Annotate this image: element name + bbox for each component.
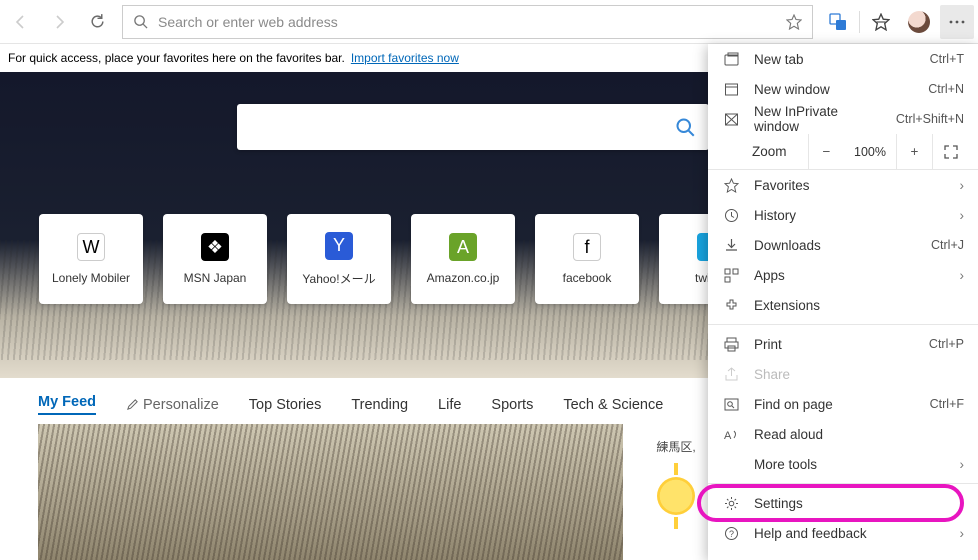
svg-text:A: A xyxy=(724,430,732,442)
download-icon xyxy=(722,238,740,253)
menu-zoom: Zoom − 100% + xyxy=(708,134,978,170)
menu-favorites[interactable]: Favorites › xyxy=(708,170,978,200)
feed-tab-myfeed[interactable]: My Feed xyxy=(38,394,96,415)
menu-inprivate[interactable]: New InPrivate window Ctrl+Shift+N xyxy=(708,104,978,134)
import-favorites-link[interactable]: Import favorites now xyxy=(351,51,459,65)
tile-icon: f xyxy=(573,233,601,261)
weather-card[interactable]: 練馬区, xyxy=(643,424,709,560)
read-aloud-icon: A xyxy=(722,427,740,442)
sun-icon xyxy=(657,477,695,515)
menu-print[interactable]: Print Ctrl+P xyxy=(708,329,978,359)
tile-icon: A xyxy=(449,233,477,261)
menu-share: Share xyxy=(708,359,978,389)
feed-tab-techsci[interactable]: Tech & Science xyxy=(563,397,663,413)
tile-icon: W xyxy=(77,233,105,261)
weather-location: 練馬区, xyxy=(643,438,709,455)
feed-tab-personalize[interactable]: Personalize xyxy=(126,397,219,413)
chevron-right-icon: › xyxy=(960,208,965,223)
favorites-button-toolbar[interactable] xyxy=(864,5,898,39)
menu-history[interactable]: History › xyxy=(708,200,978,230)
quick-link-tile[interactable]: ❖ MSN Japan xyxy=(163,214,267,304)
address-placeholder: Search or enter web address xyxy=(158,14,338,30)
tile-label: MSN Japan xyxy=(184,271,247,285)
new-tab-icon xyxy=(722,52,740,67)
quick-link-tile[interactable]: f facebook xyxy=(535,214,639,304)
menu-find[interactable]: Find on page Ctrl+F xyxy=(708,389,978,419)
feed-tab-topstories[interactable]: Top Stories xyxy=(249,397,322,413)
tile-label: facebook xyxy=(563,271,612,285)
tile-label: Yahoo!メール xyxy=(302,270,375,287)
menu-downloads[interactable]: Downloads Ctrl+J xyxy=(708,230,978,260)
apps-icon xyxy=(722,268,740,283)
zoom-in-button[interactable]: + xyxy=(896,134,932,170)
gear-icon xyxy=(722,496,740,511)
chevron-right-icon: › xyxy=(960,457,965,472)
quick-link-tile[interactable]: A Amazon.co.jp xyxy=(411,214,515,304)
search-icon xyxy=(133,14,148,29)
browser-toolbar: Search or enter web address xyxy=(0,0,978,44)
chevron-right-icon: › xyxy=(960,268,965,283)
quick-link-tile[interactable]: Y Yahoo!メール xyxy=(287,214,391,304)
menu-new-tab[interactable]: New tab Ctrl+T xyxy=(708,44,978,74)
feed-tab-life[interactable]: Life xyxy=(438,397,461,413)
inprivate-icon xyxy=(722,112,740,127)
svg-text:?: ? xyxy=(729,529,734,539)
history-icon xyxy=(722,208,740,223)
pencil-icon xyxy=(126,398,139,411)
tile-icon: ❖ xyxy=(201,233,229,261)
more-button[interactable] xyxy=(940,5,974,39)
profile-avatar[interactable] xyxy=(902,5,936,39)
feed-nav: My Feed Personalize Top Stories Trending… xyxy=(38,394,663,415)
zoom-value: 100% xyxy=(844,145,896,159)
menu-more-tools[interactable]: More tools › xyxy=(708,449,978,479)
tile-icon: Y xyxy=(325,232,353,260)
find-icon xyxy=(722,397,740,412)
feed-article-card[interactable] xyxy=(38,424,623,560)
translate-icon[interactable] xyxy=(821,5,855,39)
refresh-button[interactable] xyxy=(80,5,114,39)
extensions-icon xyxy=(722,298,740,313)
address-bar[interactable]: Search or enter web address xyxy=(122,5,813,39)
menu-read-aloud[interactable]: A Read aloud xyxy=(708,419,978,449)
feed-tab-trending[interactable]: Trending xyxy=(351,397,408,413)
zoom-out-button[interactable]: − xyxy=(808,134,844,170)
print-icon xyxy=(722,337,740,352)
forward-button[interactable] xyxy=(42,5,76,39)
chevron-right-icon: › xyxy=(960,526,965,541)
favorite-icon[interactable] xyxy=(786,14,802,30)
new-tab-search[interactable] xyxy=(237,104,709,150)
tile-label: Lonely Mobiler xyxy=(52,271,130,285)
menu-help[interactable]: ? Help and feedback › xyxy=(708,518,978,548)
app-menu: New tab Ctrl+T New window Ctrl+N New InP… xyxy=(708,44,978,560)
quick-links: W Lonely Mobiler❖ MSN JapanY Yahoo!メールA … xyxy=(39,214,763,304)
chevron-right-icon: › xyxy=(960,178,965,193)
tile-label: Amazon.co.jp xyxy=(427,271,500,285)
menu-extensions[interactable]: Extensions xyxy=(708,290,978,320)
fullscreen-button[interactable] xyxy=(932,134,968,170)
menu-settings[interactable]: Settings xyxy=(708,488,978,518)
window-icon xyxy=(722,82,740,97)
favorites-bar-text: For quick access, place your favorites h… xyxy=(8,51,345,65)
help-icon: ? xyxy=(722,526,740,541)
share-icon xyxy=(722,367,740,382)
menu-apps[interactable]: Apps › xyxy=(708,260,978,290)
quick-link-tile[interactable]: W Lonely Mobiler xyxy=(39,214,143,304)
back-button[interactable] xyxy=(4,5,38,39)
favorites-icon xyxy=(722,178,740,193)
menu-new-window[interactable]: New window Ctrl+N xyxy=(708,74,978,104)
feed-tab-sports[interactable]: Sports xyxy=(491,397,533,413)
search-icon xyxy=(675,117,695,137)
